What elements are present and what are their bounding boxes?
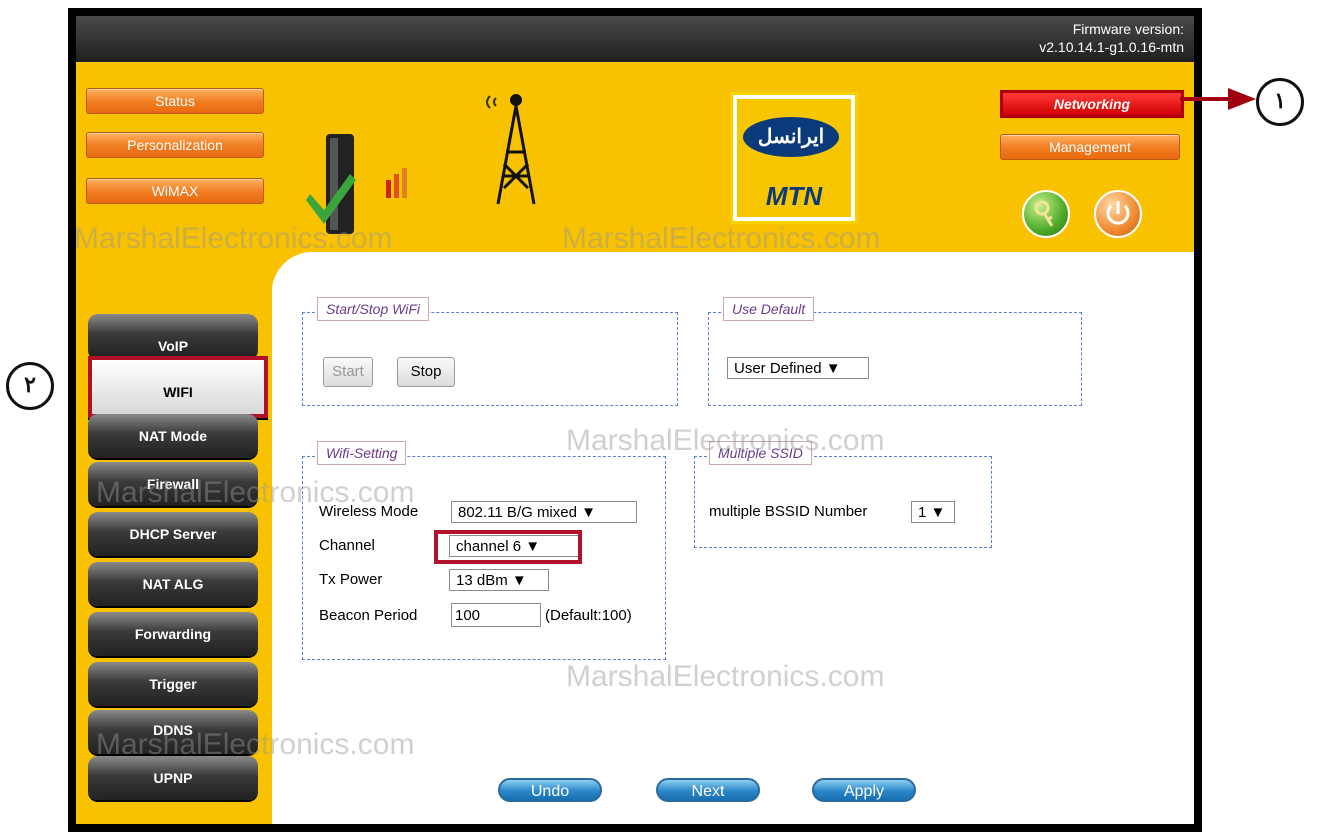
tx-power-select[interactable]: 13 dBm ▼	[449, 569, 549, 591]
wifi-setting-title: Wifi-Setting	[317, 441, 407, 465]
sidebar-item-label: DDNS	[153, 722, 193, 738]
router-ui: Firmware version: v2.10.14.1-g1.0.16-mtn…	[76, 16, 1194, 824]
start-button[interactable]: Start	[323, 357, 373, 387]
sidebar-item-label: Forwarding	[134, 626, 212, 642]
sidebar-item-label: DHCP Server	[129, 526, 217, 542]
nav-wimax-button[interactable]: WiMAX	[86, 178, 264, 204]
sidebar-item-nat-alg[interactable]: NAT ALG	[88, 562, 258, 606]
callout-two-badge: ۲	[6, 362, 54, 410]
sidebar-item-label: UPNP	[153, 770, 193, 786]
wireless-mode-select[interactable]: 802.11 B/G mixed ▼	[451, 501, 637, 523]
sidebar-item-ddns[interactable]: DDNS	[88, 710, 258, 754]
keys-glyph-icon	[1034, 200, 1054, 227]
beacon-default-note: (Default:100)	[545, 607, 632, 624]
logo-mtn-text: MTN	[765, 181, 823, 211]
keys-icon[interactable]	[1022, 190, 1070, 238]
sidebar-item-wifi[interactable]: WIFI	[88, 356, 268, 418]
tx-power-label: Tx Power	[319, 571, 383, 588]
callout-one-badge: ۱	[1256, 78, 1304, 126]
stop-button[interactable]: Stop	[397, 357, 455, 387]
multiple-ssid-group: Multiple SSID multiple BSSID Number 1 ▼	[694, 441, 992, 548]
bssid-number-select[interactable]: 1 ▼	[911, 501, 955, 523]
sidebar-item-trigger[interactable]: Trigger	[88, 662, 258, 706]
channel-label: Channel	[319, 537, 375, 554]
sidebar-item-label: VoIP	[157, 338, 189, 354]
startstop-title: Start/Stop WiFi	[317, 297, 430, 321]
power-icon[interactable]	[1094, 190, 1142, 238]
use-default-select[interactable]: User Defined ▼	[727, 357, 869, 379]
firmware-label: Firmware version:	[1072, 21, 1184, 37]
beacon-period-label: Beacon Period	[319, 607, 418, 624]
logo-persian-text: ایرانسل	[743, 117, 839, 157]
sidebar-item-dhcp-server[interactable]: DHCP Server	[88, 512, 258, 556]
multiple-ssid-title: Multiple SSID	[709, 441, 812, 465]
sidebar-item-label: WIFI	[163, 384, 193, 400]
irancell-logo: ایرانسل MTN	[730, 92, 858, 224]
sidebar-item-label: Firewall	[146, 476, 200, 492]
channel-highlight-box	[434, 530, 582, 564]
nav-management-button[interactable]: Management	[1000, 134, 1180, 160]
firmware-version: v2.10.14.1-g1.0.16-mtn	[1039, 39, 1184, 55]
modem-status-icon	[306, 134, 407, 234]
wireless-mode-label: Wireless Mode	[319, 503, 419, 520]
next-button[interactable]: Next	[656, 778, 760, 802]
beacon-period-input[interactable]: 100	[451, 603, 541, 627]
nav-networking-button[interactable]: Networking	[1000, 90, 1184, 118]
sidebar-item-label: NAT Mode	[138, 428, 208, 444]
undo-button[interactable]: Undo	[498, 778, 602, 802]
apply-button[interactable]: Apply	[812, 778, 916, 802]
bssid-number-label: multiple BSSID Number	[709, 503, 868, 520]
nav-personalization-button[interactable]: Personalization	[86, 132, 264, 158]
sidebar-item-firewall[interactable]: Firewall	[88, 462, 258, 506]
tower-icon	[486, 94, 536, 205]
use-default-group: Use Default User Defined ▼	[708, 297, 1082, 406]
firmware-info: Firmware version: v2.10.14.1-g1.0.16-mtn	[1039, 20, 1184, 56]
sidebar-item-voip[interactable]: VoIP	[88, 314, 258, 358]
top-bar: Firmware version: v2.10.14.1-g1.0.16-mtn	[76, 16, 1194, 62]
use-default-title: Use Default	[723, 297, 815, 321]
watermark-text: MarshalElectronics.com	[562, 222, 881, 255]
sidebar-item-forwarding[interactable]: Forwarding	[88, 612, 258, 656]
arrow-head-icon	[1228, 88, 1256, 110]
startstop-group: Start/Stop WiFi Start Stop	[302, 297, 678, 406]
sidebar-item-label: NAT ALG	[142, 576, 204, 592]
sidebar-item-upnp[interactable]: UPNP	[88, 756, 258, 800]
power-glyph-icon	[1106, 201, 1130, 225]
sidebar-item-label: Trigger	[149, 676, 197, 692]
sidebar-item-nat-mode[interactable]: NAT Mode	[88, 414, 258, 458]
nav-status-button[interactable]: Status	[86, 88, 264, 114]
